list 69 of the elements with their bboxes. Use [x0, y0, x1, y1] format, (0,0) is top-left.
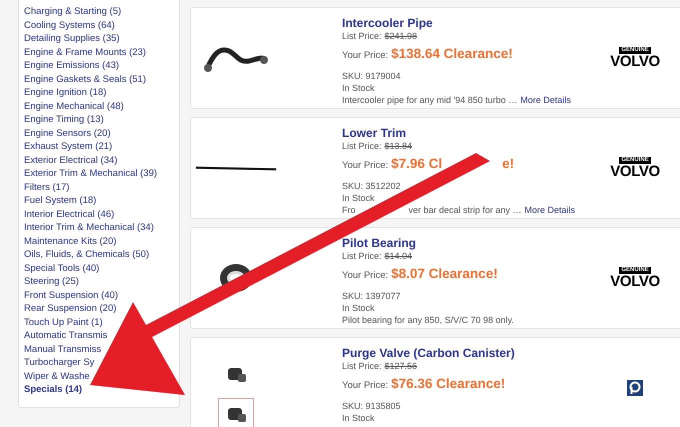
- list-price-label: List Price:: [342, 30, 382, 42]
- category-link[interactable]: Engine & Frame Mounts (23): [24, 46, 146, 59]
- sale-price: e!: [502, 155, 514, 173]
- your-price-label: Your Price:: [342, 159, 388, 173]
- p-logo-icon: [627, 380, 644, 396]
- product-description: Pilot bearing for any 850, S/V/C 70 98 only.: [342, 314, 514, 326]
- category-link[interactable]: Engine Gaskets & Seals (51): [24, 72, 146, 86]
- stock-status: In Stock: [342, 302, 375, 314]
- list-price: $127.56: [384, 360, 418, 372]
- category-link[interactable]: Interior Electrical (46): [24, 208, 114, 221]
- stock-status: In Stock: [342, 192, 375, 204]
- category-link[interactable]: Engine Emissions (43): [24, 59, 120, 72]
- category-link[interactable]: Specials (14): [24, 383, 82, 396]
- category-link[interactable]: Fuel System (18): [24, 194, 96, 208]
- category-link[interactable]: Exterior Trim & Mechanical (39): [24, 167, 158, 180]
- more-details-link[interactable]: More Details: [524, 204, 576, 216]
- product-title[interactable]: Lower Trim: [342, 127, 406, 139]
- list-price-label: List Price:: [342, 250, 382, 262]
- category-link[interactable]: Engine Ignition (18): [24, 86, 106, 100]
- category-link[interactable]: Charging & Starting (5): [24, 5, 122, 18]
- product-title[interactable]: Purge Valve (Carbon Canister): [342, 347, 515, 359]
- your-price-label: Your Price:: [342, 269, 388, 283]
- category-link[interactable]: Front Suspension (40): [24, 288, 118, 302]
- logo-wordmark: VOLVO: [610, 274, 660, 289]
- stock-status: In Stock: [342, 82, 375, 94]
- category-link[interactable]: Steering (25): [24, 275, 79, 288]
- product-description: Intercooler pipe for any mid '94 850 turbo …: [342, 94, 518, 106]
- logo-wordmark: VOLVO: [610, 164, 660, 179]
- category-link[interactable]: Oils, Fluids, & Chemicals (50): [24, 248, 150, 262]
- product-title[interactable]: Pilot Bearing: [342, 237, 416, 249]
- category-link[interactable]: Manual Transmiss: [24, 342, 102, 356]
- list-price: $13.84: [384, 140, 412, 152]
- product-description: ver bar decal strip for any …: [408, 204, 522, 216]
- sku-text: SKU: 1397077: [342, 290, 401, 302]
- product-description: Fro: [342, 204, 356, 216]
- category-link[interactable]: Engine Timing (13): [24, 113, 104, 126]
- product-title[interactable]: Intercooler Pipe: [342, 17, 433, 29]
- stock-status: In Stock: [342, 412, 375, 424]
- category-link[interactable]: Automatic Transmis: [24, 329, 108, 342]
- category-link[interactable]: Cooling Systems (64): [24, 18, 115, 32]
- category-link[interactable]: Engine Sensors (20): [24, 126, 111, 140]
- category-link[interactable]: Wiper & Washe: [24, 370, 90, 383]
- category-link[interactable]: Special Tools (40): [24, 262, 100, 275]
- list-price-label: List Price:: [342, 140, 382, 152]
- sku-text: SKU: 3512202: [342, 180, 401, 192]
- category-link[interactable]: Turbocharger Sy: [24, 356, 94, 370]
- logo-wordmark: VOLVO: [610, 54, 660, 69]
- category-link[interactable]: Detailing Supplies (35): [24, 32, 120, 46]
- sale-price: $76.36 Clearance!: [391, 375, 506, 393]
- category-link[interactable]: Filters (17): [24, 180, 70, 194]
- sale-price: $7.96 Cl: [391, 155, 442, 173]
- category-link[interactable]: Exhaust System (21): [24, 140, 112, 154]
- list-price-label: List Price:: [342, 360, 382, 372]
- category-link[interactable]: Interior Trim & Mechanical (34): [24, 221, 154, 234]
- more-details-link[interactable]: More Details: [520, 94, 571, 106]
- sale-price: $8.07 Clearance!: [391, 265, 498, 283]
- category-link[interactable]: Maintenance Kits (20): [24, 234, 116, 248]
- list-price: $241.98: [384, 30, 418, 42]
- sale-price: $138.64 Clearance!: [391, 45, 513, 63]
- category-link[interactable]: Touch Up Paint (1): [24, 316, 103, 329]
- sku-text: SKU: 9179004: [342, 70, 401, 82]
- your-price-label: Your Price:: [342, 379, 388, 393]
- list-price: $14.04: [384, 250, 412, 262]
- category-link[interactable]: Engine Mechanical (48): [24, 100, 124, 113]
- product-thumbnail[interactable]: [218, 398, 254, 427]
- your-price-label: Your Price:: [342, 49, 388, 63]
- category-link[interactable]: Exterior Electrical (34): [24, 154, 118, 167]
- sku-text: SKU: 9135805: [342, 400, 401, 412]
- category-link[interactable]: Rear Suspension (20): [24, 302, 116, 316]
